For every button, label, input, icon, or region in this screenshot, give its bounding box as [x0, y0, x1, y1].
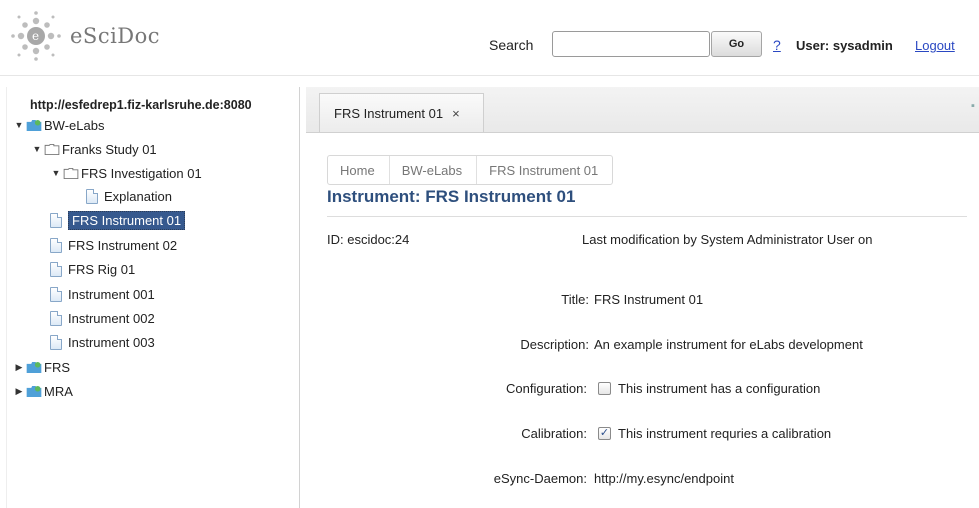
tree-item-bw-elabs[interactable]: ▼ BW-eLabs	[14, 114, 105, 136]
help-link[interactable]: ?	[773, 37, 781, 53]
search-label: Search	[489, 37, 534, 53]
configuration-text: This instrument has a configuration	[618, 381, 821, 396]
folder-icon	[44, 143, 60, 155]
tree-item-label: FRS	[44, 359, 70, 375]
context-folder-icon	[26, 385, 42, 397]
esync-value: http://my.esync/endpoint	[594, 471, 734, 486]
configuration-label: Configuration:	[506, 381, 587, 396]
tree-item-label-selected: FRS Instrument 01	[68, 210, 186, 230]
expand-arrow-icon[interactable]: ▼	[51, 168, 61, 178]
tree-item-frs-investigation[interactable]: ▼ FRS Investigation 01	[51, 162, 202, 184]
tree-item-frs[interactable]: ▶ FRS	[14, 356, 70, 378]
tree-item-frs-instrument-01[interactable]: FRS Instrument 01	[50, 209, 186, 231]
document-icon	[50, 237, 62, 253]
logout-link[interactable]: Logout	[915, 38, 955, 53]
calibration-checkbox[interactable]: ✓	[598, 427, 611, 440]
panel-menu-icon[interactable]: ▪	[971, 100, 975, 112]
title-label: Title:	[561, 292, 589, 307]
document-icon	[50, 261, 62, 277]
logo-text: eSciDoc	[70, 24, 161, 48]
expand-arrow-icon[interactable]: ▼	[32, 144, 42, 154]
svg-text:e: e	[32, 29, 39, 43]
document-icon	[50, 286, 62, 302]
title-divider	[327, 216, 967, 217]
configuration-field: This instrument has a configuration	[594, 381, 820, 396]
tree-item-label: Explanation	[104, 188, 172, 204]
page-title: Instrument: FRS Instrument 01	[327, 187, 576, 206]
document-icon	[50, 310, 62, 326]
close-icon[interactable]: ×	[452, 106, 460, 121]
escidoc-logo[interactable]: e eSciDoc	[8, 8, 160, 64]
tab-label: FRS Instrument 01	[334, 105, 444, 121]
description-label: Description:	[520, 337, 589, 352]
collapse-arrow-icon[interactable]: ▶	[14, 362, 24, 373]
tree-item-label: FRS Instrument 02	[68, 237, 178, 253]
tree-item-frs-instrument-02[interactable]: FRS Instrument 02	[50, 234, 177, 256]
last-modification: Last modification by System Administrato…	[582, 232, 873, 247]
tree-item-label: Instrument 002	[68, 310, 155, 326]
configuration-checkbox[interactable]	[598, 382, 611, 395]
tree-item-frs-rig-01[interactable]: FRS Rig 01	[50, 258, 135, 280]
document-icon	[86, 188, 98, 204]
folder-icon	[63, 167, 79, 179]
tree-item-instrument-003[interactable]: Instrument 003	[50, 331, 155, 353]
tree-item-franks-study[interactable]: ▼ Franks Study 01	[32, 138, 157, 160]
tab-frs-instrument-01[interactable]: FRS Instrument 01 ×	[319, 93, 484, 132]
calibration-field: ✓ This instrument requries a calibration	[594, 426, 831, 441]
breadcrumb-home[interactable]: Home	[328, 156, 390, 184]
object-id: ID: escidoc:24	[327, 232, 410, 247]
esync-label: eSync-Daemon:	[493, 471, 587, 486]
app-header: e eSciDoc Search Go ? User: sysadmin Log…	[0, 0, 979, 76]
tree-item-label: Instrument 001	[68, 286, 155, 302]
tree-item-instrument-001[interactable]: Instrument 001	[50, 283, 155, 305]
breadcrumb-bw-elabs[interactable]: BW-eLabs	[390, 156, 478, 184]
description-value: An example instrument for eLabs developm…	[594, 337, 863, 352]
title-value: FRS Instrument 01	[594, 292, 704, 307]
breadcrumb: Home BW-eLabs FRS Instrument 01	[327, 155, 614, 185]
document-icon	[50, 334, 62, 350]
calibration-text: This instrument requries a calibration	[618, 426, 832, 441]
user-label: User: sysadmin	[796, 38, 893, 53]
calibration-label: Calibration:	[521, 426, 587, 441]
tree-item-label: MRA	[44, 383, 73, 399]
tree-item-label: Instrument 003	[68, 334, 155, 350]
tree-item-label: FRS Rig 01	[68, 261, 136, 277]
server-url: http://esfedrep1.fiz-karlsruhe.de:8080	[30, 98, 252, 112]
tree-item-label: BW-eLabs	[44, 117, 105, 133]
breadcrumb-frs-instrument-01[interactable]: FRS Instrument 01	[477, 156, 612, 184]
tree-item-instrument-002[interactable]: Instrument 002	[50, 307, 155, 329]
tree-item-mra[interactable]: ▶ MRA	[14, 380, 73, 402]
search-input[interactable]	[552, 31, 710, 57]
context-folder-icon	[26, 361, 42, 373]
go-button[interactable]: Go	[711, 31, 762, 57]
tree-item-label: FRS Investigation 01	[81, 165, 202, 181]
tree-item-explanation[interactable]: Explanation	[86, 185, 172, 207]
document-icon	[50, 212, 62, 228]
context-folder-icon	[26, 119, 42, 131]
tree-item-label: Franks Study 01	[62, 141, 157, 157]
collapse-arrow-icon[interactable]: ▶	[14, 386, 24, 397]
expand-arrow-icon[interactable]: ▼	[14, 120, 24, 130]
escidoc-logo-icon: e	[11, 11, 61, 61]
